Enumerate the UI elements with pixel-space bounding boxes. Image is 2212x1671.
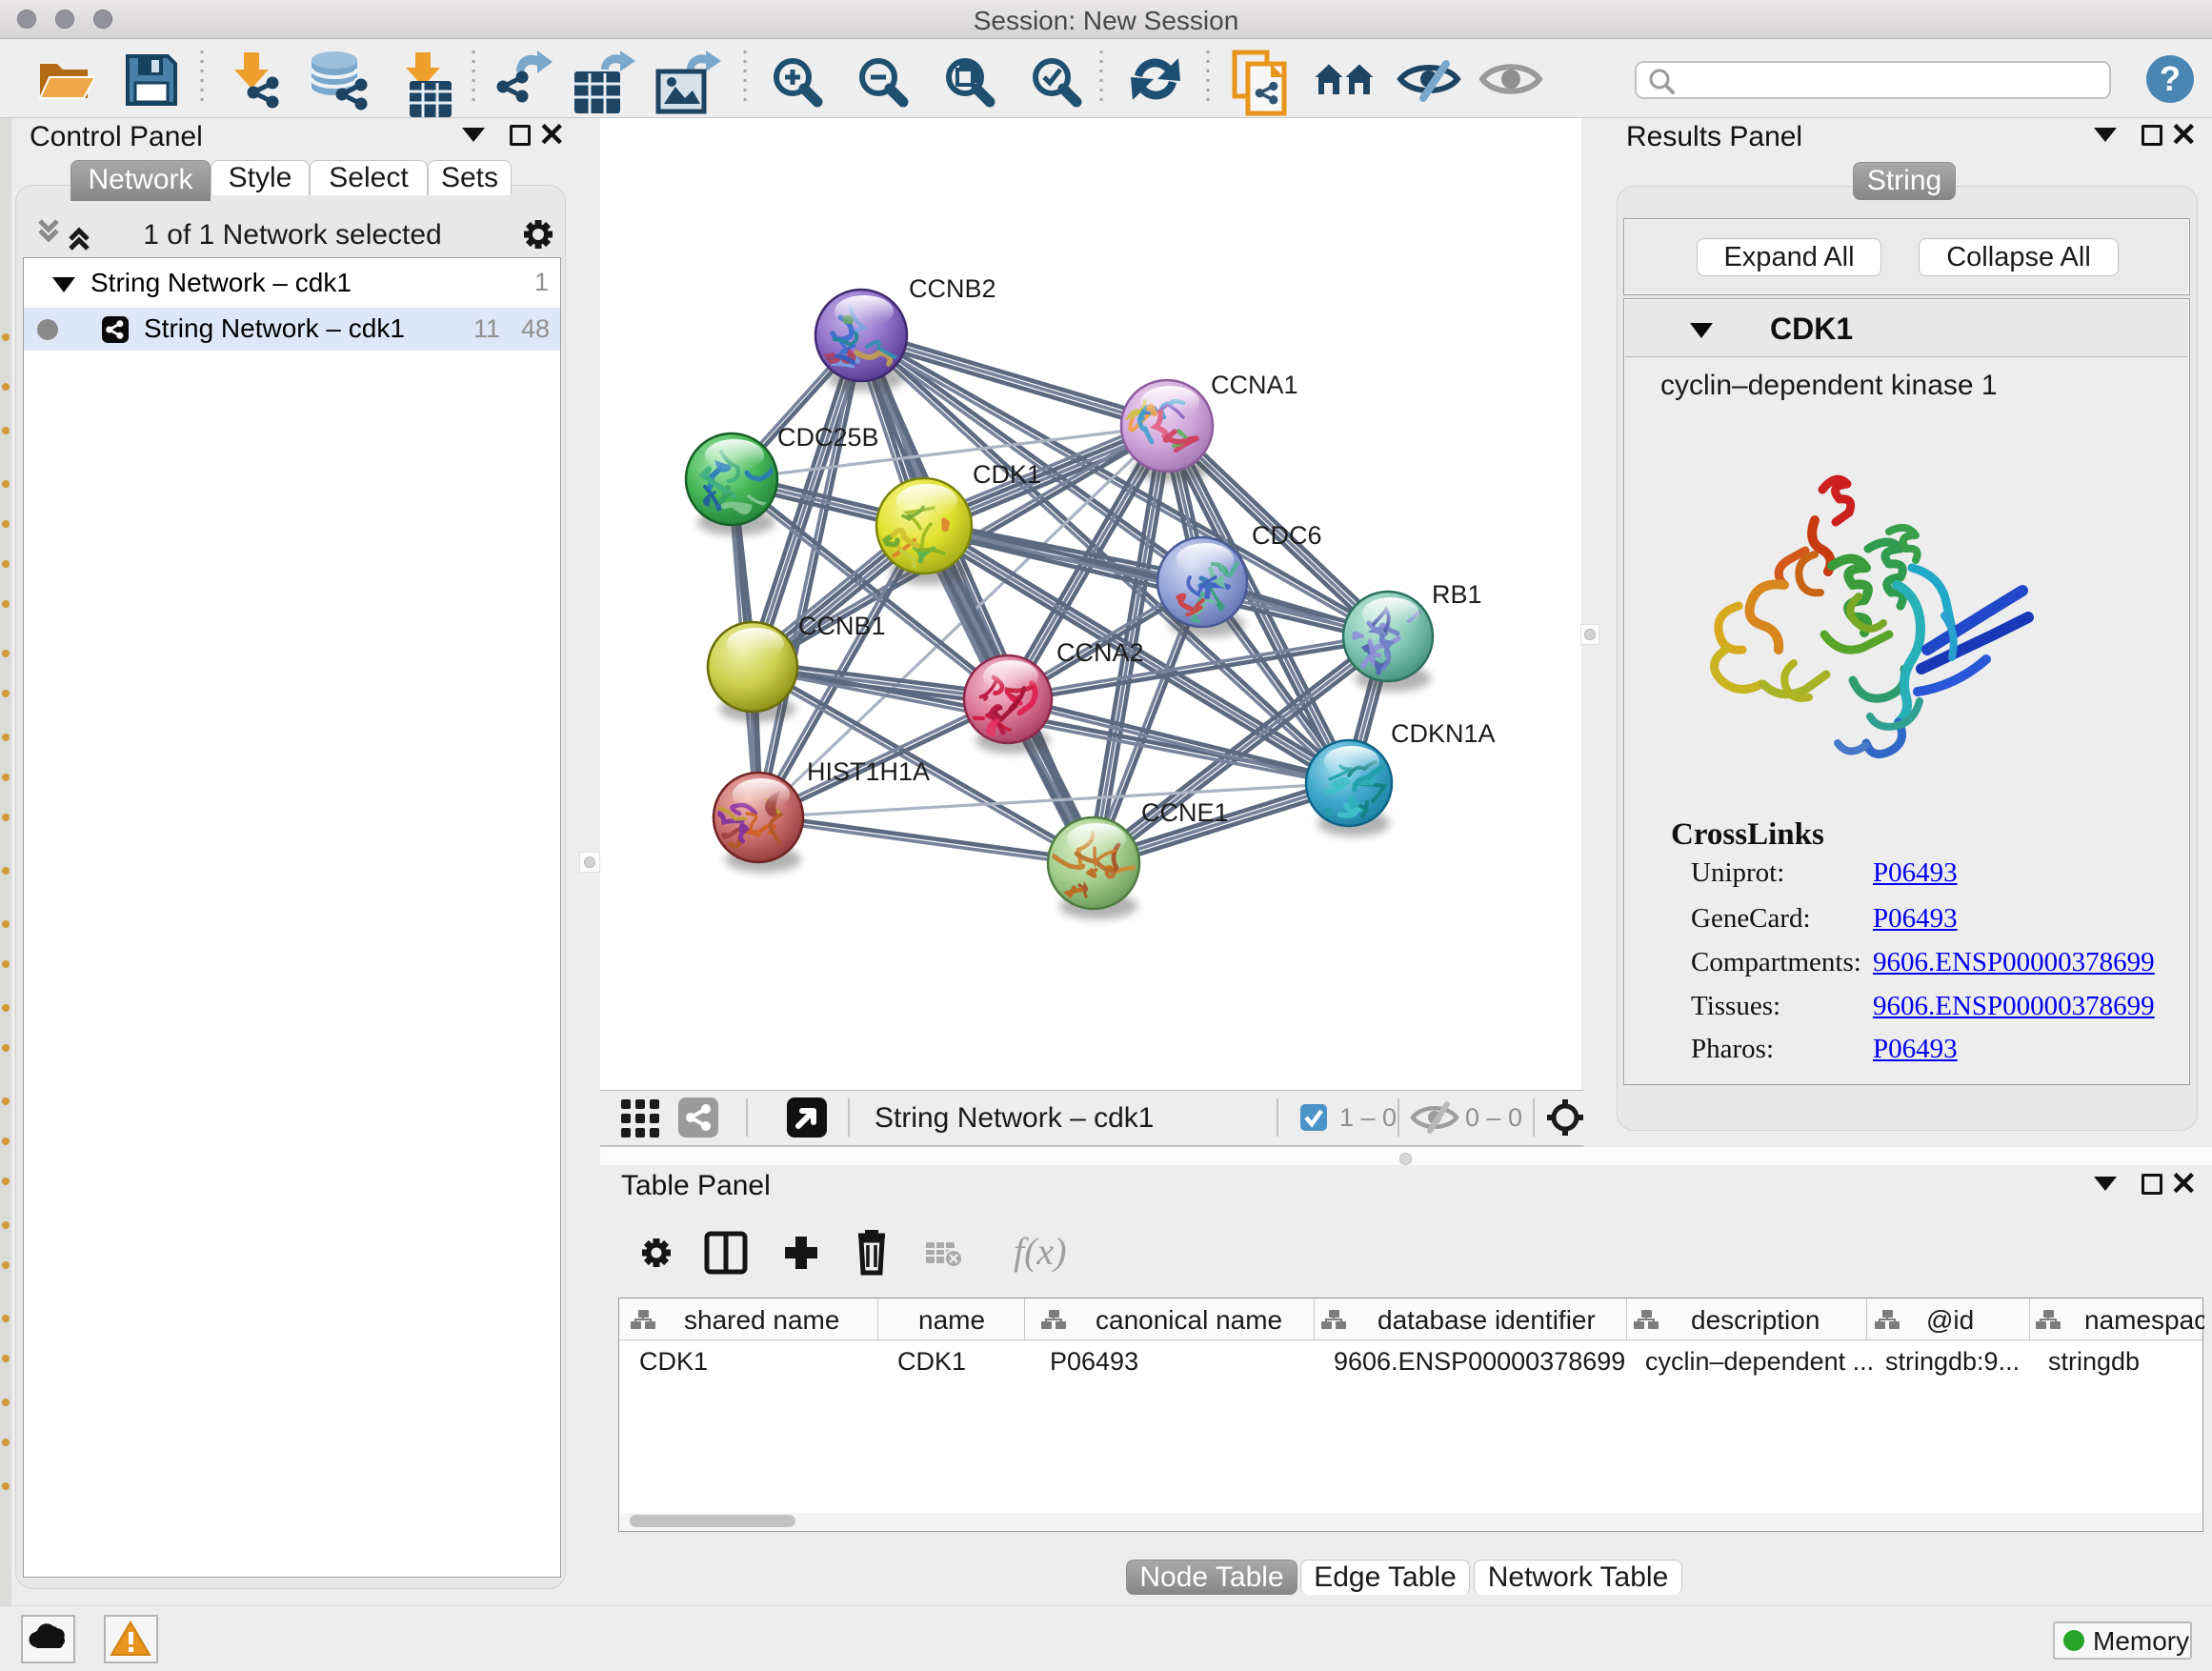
svg-text:RB1: RB1 xyxy=(1432,580,1482,609)
svg-text:0 – 0: 0 – 0 xyxy=(1465,1103,1522,1132)
svg-text:String Network – cdk1: String Network – cdk1 xyxy=(875,1102,1154,1134)
svg-text:CCNA2: CCNA2 xyxy=(1056,638,1144,667)
svg-text:CCNB2: CCNB2 xyxy=(909,274,996,303)
svg-text:CDC6: CDC6 xyxy=(1252,521,1322,550)
svg-text:name: name xyxy=(918,1305,985,1335)
svg-text:@id: @id xyxy=(1926,1305,1974,1335)
svg-text:CDK1: CDK1 xyxy=(973,460,1041,489)
svg-text:HIST1H1A: HIST1H1A xyxy=(807,757,930,786)
svg-text:CDC25B: CDC25B xyxy=(777,423,879,452)
svg-text:?: ? xyxy=(2160,59,2181,98)
svg-text:canonical name: canonical name xyxy=(1096,1305,1282,1335)
svg-text:1 – 0: 1 – 0 xyxy=(1339,1103,1397,1132)
svg-text:shared name: shared name xyxy=(684,1305,839,1335)
svg-text:f(x): f(x) xyxy=(1014,1230,1067,1273)
svg-text:CCNA1: CCNA1 xyxy=(1211,371,1298,399)
svg-text:CCNB1: CCNB1 xyxy=(798,612,886,640)
svg-text:CDKN1A: CDKN1A xyxy=(1391,719,1496,748)
svg-text:description: description xyxy=(1691,1305,1820,1335)
svg-text:namespac: namespac xyxy=(2084,1305,2204,1335)
svg-text:CCNE1: CCNE1 xyxy=(1141,798,1229,827)
svg-text:database identifier: database identifier xyxy=(1377,1305,1596,1335)
